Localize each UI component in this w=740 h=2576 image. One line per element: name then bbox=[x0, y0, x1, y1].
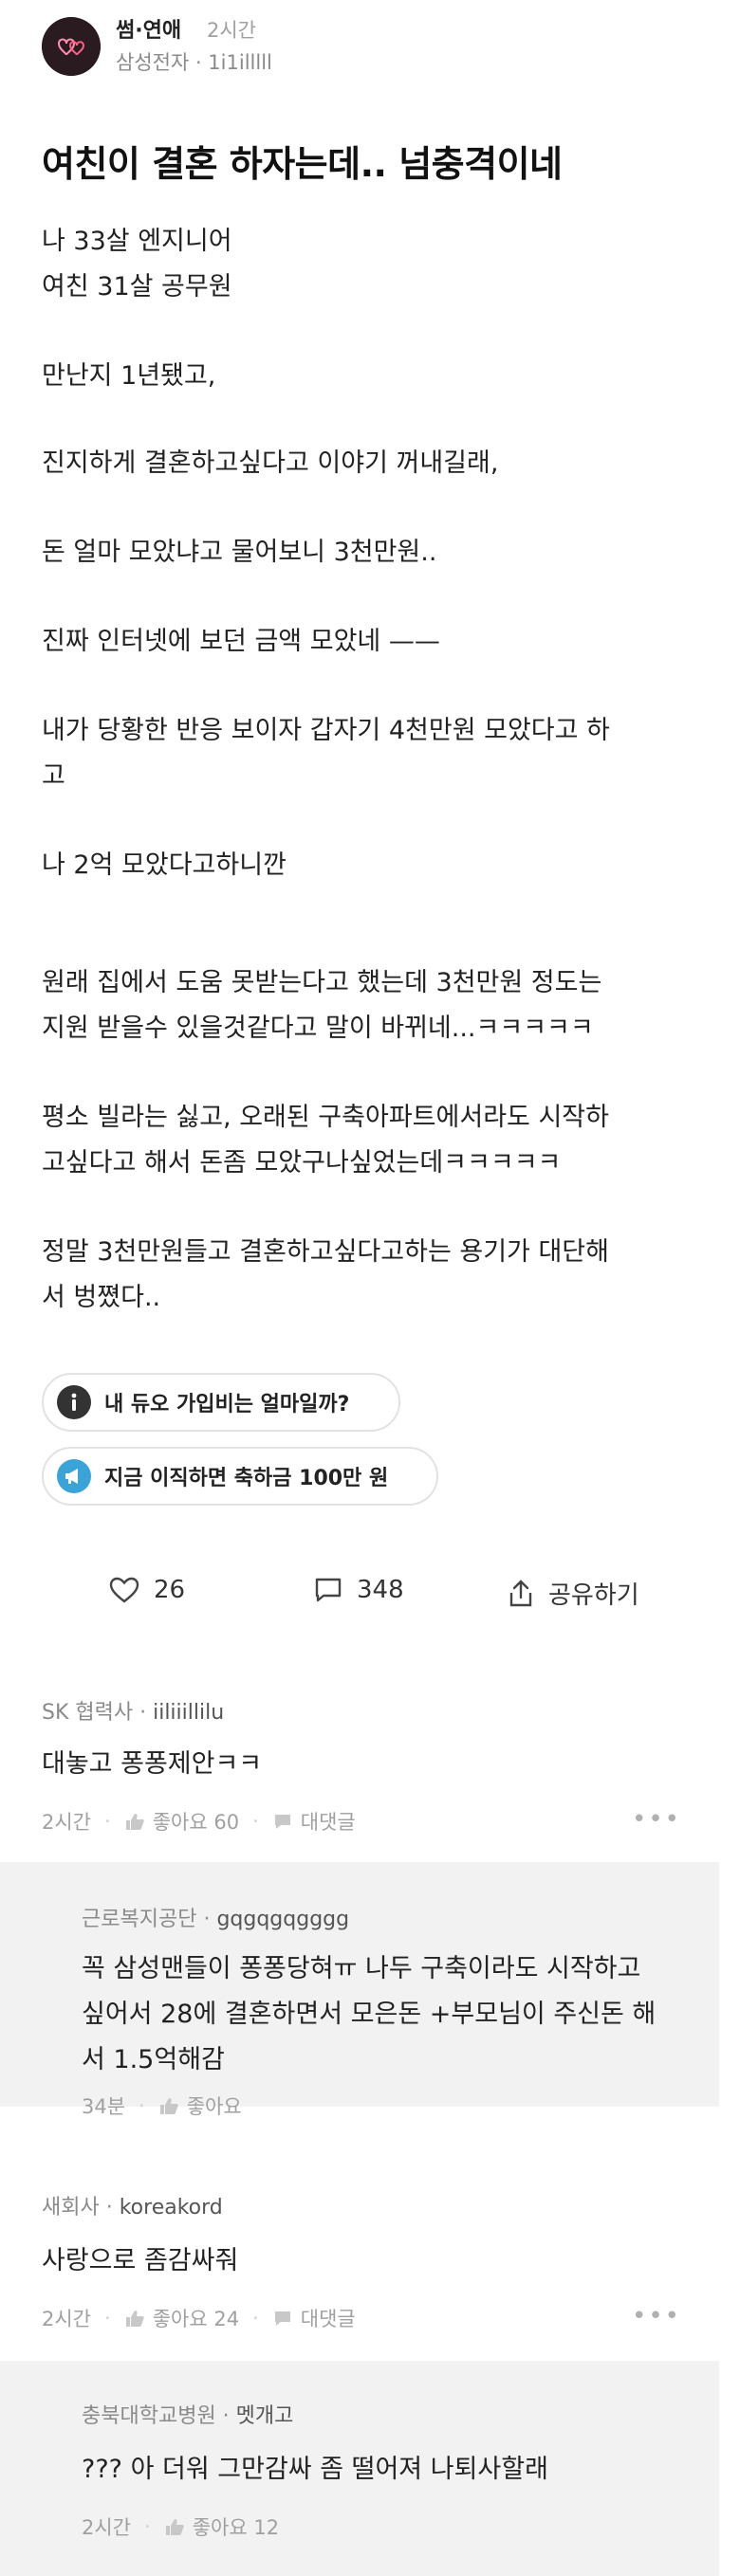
comment-user: 멧개고 bbox=[235, 2404, 294, 2428]
share-label: 공유하기 bbox=[548, 1581, 639, 1610]
promo-banner-text: 내 듀오 가입비는 얼마일까? bbox=[104, 1393, 350, 1416]
comment-time: 2시간 bbox=[82, 2516, 132, 2539]
like-count: 26 bbox=[154, 1576, 186, 1604]
megaphone-icon bbox=[57, 1459, 91, 1493]
reply-bubble-icon bbox=[274, 1815, 290, 1829]
post-body-line: 내가 당황한 반응 보이자 갑자기 4천만원 모았다고 하 bbox=[42, 716, 610, 745]
comment-count: 348 bbox=[357, 1576, 404, 1604]
thumbs-up-icon bbox=[125, 2311, 144, 2327]
thumbs-up-icon bbox=[125, 1814, 144, 1830]
comment-meta[interactable]: 새회사 · koreakord bbox=[42, 2190, 223, 2220]
post-body-line: 나 2억 모았다고하니깐 bbox=[42, 850, 287, 880]
like-button[interactable]: 26 bbox=[108, 1576, 185, 1604]
comment-like-button[interactable]: 좋아요 bbox=[158, 2092, 242, 2120]
separator: · bbox=[144, 2515, 151, 2538]
comment-meta[interactable]: 충북대학교병원 · 멧개고 bbox=[82, 2399, 293, 2429]
post-body-line: 고싶다고 해서 돈좀 모았구나싶었는데ㅋㅋㅋㅋㅋ bbox=[42, 1148, 562, 1178]
comment-footer: 2시간 · 좋아요 12 bbox=[82, 2512, 279, 2541]
promo-banner-text: 지금 이직하면 축하금 100만 원 bbox=[104, 1467, 389, 1490]
comment-reply-label: 대댓글 bbox=[300, 2308, 356, 2330]
separator: · bbox=[104, 1810, 111, 1833]
promo-banner-duo[interactable]: 내 듀오 가입비는 얼마일까? bbox=[42, 1373, 400, 1432]
comment-reply-label: 대댓글 bbox=[300, 1811, 356, 1834]
post-body-line: 여친 31살 공무원 bbox=[42, 272, 232, 301]
comment-time: 34분 bbox=[82, 2095, 126, 2118]
comment-icon bbox=[315, 1578, 342, 1602]
separator: · bbox=[252, 2307, 259, 2329]
comment-time: 2시간 bbox=[42, 2308, 92, 2330]
comment-company: SK 협력사 bbox=[42, 1701, 134, 1725]
heart-icon bbox=[109, 1577, 139, 1603]
post-body-line: 진짜 인터넷에 보던 금액 모았네 —— bbox=[42, 627, 440, 656]
thumbs-up-icon bbox=[159, 2098, 178, 2114]
reply-bubble-icon bbox=[274, 2311, 290, 2326]
post-body-line: 서 벙쪘다.. bbox=[42, 1283, 161, 1312]
more-options-icon[interactable]: ••• bbox=[632, 1805, 681, 1834]
post-body-line: 원래 집에서 도움 못받는다고 했는데 3천만원 정도는 bbox=[42, 968, 602, 997]
post-title: 여친이 결혼 하자는데.. 넘충격이네 bbox=[42, 143, 563, 185]
comment-like-button[interactable]: 좋아요 24 bbox=[124, 2304, 239, 2332]
comment-time: 2시간 bbox=[42, 1811, 92, 1834]
post-body-line: 정말 3천만원들고 결혼하고싶다고하는 용기가 대단해 bbox=[42, 1237, 609, 1267]
comment-footer: 2시간 · 좋아요 60 · 대댓글 bbox=[42, 1807, 356, 1836]
comment-user: gqgqgqgggg bbox=[216, 1908, 350, 1931]
comment-button[interactable]: 348 bbox=[313, 1576, 404, 1604]
comment-text: 서 1.5억해감 bbox=[82, 2045, 225, 2074]
separator: · bbox=[139, 2094, 145, 2117]
post-body-line: 진지하게 결혼하고싶다고 이야기 꺼내길래, bbox=[42, 448, 499, 478]
comment-like-button[interactable]: 좋아요 12 bbox=[164, 2512, 279, 2541]
comment-like-label: 좋아요 24 bbox=[152, 2308, 240, 2330]
hearts-logo-icon bbox=[42, 17, 101, 76]
share-button[interactable]: 공유하기 bbox=[507, 1576, 639, 1611]
comment-text: 사랑으로 좀감싸줘 bbox=[42, 2246, 239, 2275]
comment-company: 충북대학교병원 bbox=[82, 2404, 216, 2428]
comment-reply-button[interactable]: 대댓글 bbox=[272, 2304, 356, 2332]
comment-like-button[interactable]: 좋아요 60 bbox=[124, 1807, 239, 1836]
post-time: 2시간 bbox=[207, 19, 257, 42]
comment-text: 꼭 삼성맨들이 퐁퐁당혀ㅠ 나두 구축이라도 시작하고 bbox=[82, 1954, 641, 1983]
more-options-icon[interactable]: ••• bbox=[632, 2302, 681, 2330]
comment-text: 대놓고 퐁퐁제안ㅋㅋ bbox=[42, 1749, 263, 1779]
post-body-line: 지원 받을수 있을것같다고 말이 바뀌네...ㅋㅋㅋㅋㅋ bbox=[42, 1014, 594, 1043]
post-body-line: 고 bbox=[42, 761, 65, 791]
comment-reply-button[interactable]: 대댓글 bbox=[272, 1807, 356, 1836]
promo-banner-job[interactable]: 지금 이직하면 축하금 100만 원 bbox=[42, 1447, 438, 1506]
info-icon bbox=[57, 1385, 91, 1419]
comment-like-label: 좋아요 12 bbox=[192, 2516, 280, 2539]
comment-text: 싶어서 28에 결혼하면서 모은돈 +부모님이 주신돈 해 bbox=[82, 2000, 657, 2029]
comment-meta[interactable]: SK 협력사 · iiliiillilu bbox=[42, 1695, 224, 1726]
comment-meta[interactable]: 근로복지공단 · gqgqgqgggg bbox=[82, 1902, 349, 1932]
channel-avatar[interactable] bbox=[42, 17, 101, 76]
thumbs-up-icon bbox=[165, 2519, 184, 2535]
comment-text: ??? 아 더워 그만감싸 좀 떨어져 나퇴사할래 bbox=[82, 2455, 548, 2484]
comment-user: iiliiillilu bbox=[153, 1701, 225, 1725]
comment-footer: 2시간 · 좋아요 24 · 대댓글 bbox=[42, 2304, 356, 2332]
comment-company: 새회사 bbox=[42, 2196, 100, 2220]
channel-name[interactable]: 썸·연애 bbox=[116, 13, 181, 44]
comment-footer: 34분 · 좋아요 bbox=[82, 2092, 242, 2120]
comment-user: koreakord bbox=[119, 2196, 223, 2220]
post-body-line: 나 33살 엔지니어 bbox=[42, 227, 232, 256]
separator: · bbox=[104, 2307, 111, 2329]
post-author[interactable]: 삼성전자 · 1i1illlll bbox=[116, 47, 272, 76]
comment-like-label: 좋아요 60 bbox=[152, 1811, 240, 1834]
post-body-line: 돈 얼마 모았냐고 물어보니 3천만원.. bbox=[42, 538, 437, 567]
separator: · bbox=[252, 1810, 259, 1833]
post-body-line: 평소 빌라는 싫고, 오래된 구축아파트에서라도 시작하 bbox=[42, 1103, 609, 1132]
share-icon bbox=[509, 1579, 532, 1606]
post-body-line: 만난지 1년됐고, bbox=[42, 361, 216, 391]
comment-like-label: 좋아요 bbox=[186, 2095, 242, 2118]
comment-company: 근로복지공단 bbox=[82, 1908, 197, 1931]
